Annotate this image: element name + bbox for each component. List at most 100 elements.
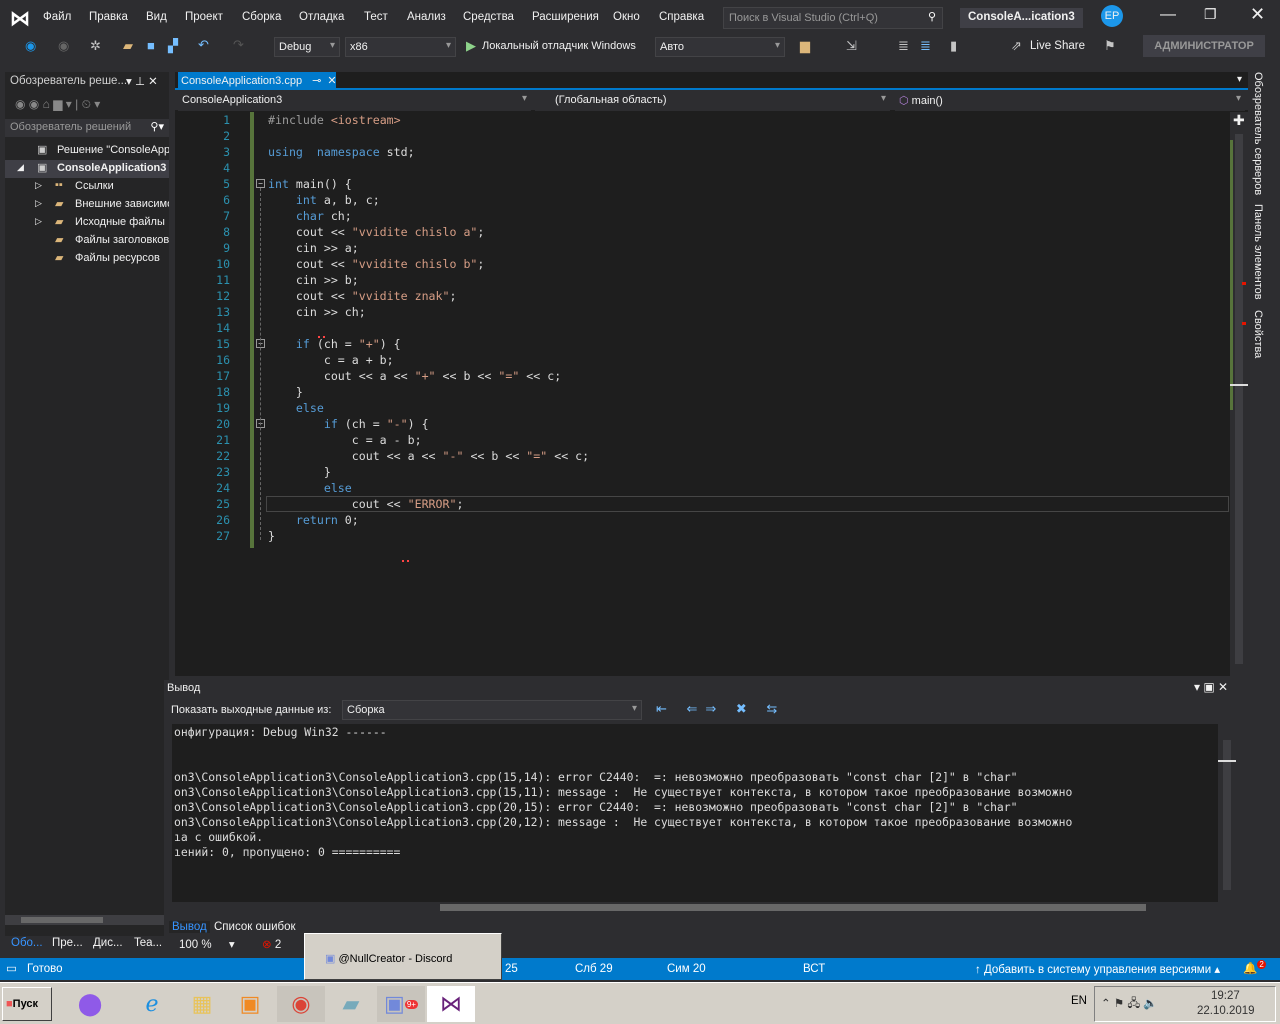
- avatar[interactable]: EP: [1101, 5, 1123, 27]
- tree-item[interactable]: ▷ ▪▪ Ссылки: [5, 178, 169, 196]
- bookmark-icon[interactable]: ▮: [950, 38, 957, 54]
- right-tab[interactable]: Свойства: [1252, 310, 1264, 358]
- restore-button[interactable]: ❐: [1204, 6, 1217, 23]
- output-hscroll[interactable]: [172, 902, 1218, 914]
- share-icon[interactable]: ⇗: [1011, 38, 1022, 54]
- tree-item[interactable]: ▷ ▰ Исходные файлы: [5, 214, 169, 232]
- nav-project-select[interactable]: ConsoleApplication3: [178, 91, 531, 111]
- explorer-icon[interactable]: ▦: [178, 986, 226, 1022]
- comment-icon[interactable]: ≣: [920, 38, 931, 54]
- new-project-icon[interactable]: ✲: [90, 38, 101, 54]
- collapse-icon[interactable]: ◢: [17, 162, 24, 173]
- search-input[interactable]: Поиск в Visual Studio (Ctrl+Q) ⚲: [723, 7, 943, 29]
- expand-icon[interactable]: ▷: [35, 216, 42, 227]
- line-number: 18: [216, 385, 230, 399]
- feedback-icon[interactable]: ⚑: [1104, 38, 1116, 54]
- menu-item[interactable]: Сборка: [242, 11, 281, 23]
- output-source-select[interactable]: Сборка: [342, 700, 642, 720]
- menu-item[interactable]: Правка: [89, 11, 128, 23]
- notifications-icon[interactable]: 🔔 2: [1243, 960, 1266, 975]
- menu-item[interactable]: Проект: [185, 11, 223, 23]
- tab-overflow-icon[interactable]: ▾: [1237, 74, 1242, 85]
- se-bottom-tab[interactable]: Пре...: [52, 937, 83, 949]
- se-bottom-tab[interactable]: Tea...: [134, 937, 162, 949]
- right-tab[interactable]: Обозреватель серверов: [1252, 72, 1264, 195]
- save-all-icon[interactable]: ▞: [168, 38, 178, 54]
- code-line: else: [295, 401, 324, 415]
- chrome-icon[interactable]: ◉: [277, 986, 325, 1022]
- live-share-button[interactable]: Live Share: [1030, 40, 1085, 52]
- save-icon[interactable]: ■: [147, 38, 155, 53]
- right-tab[interactable]: Панель элементов: [1252, 204, 1264, 300]
- se-bottom-tab[interactable]: Дис...: [93, 937, 123, 949]
- status-ready: Готово: [27, 963, 63, 975]
- menu-item[interactable]: Расширения: [532, 11, 599, 23]
- platform-select[interactable]: x86: [345, 37, 456, 57]
- indent-icon[interactable]: ≣: [898, 38, 909, 54]
- media-player-icon[interactable]: ▣: [226, 986, 274, 1022]
- step-icon[interactable]: ⇲: [846, 38, 857, 54]
- find-icon[interactable]: ▆: [800, 38, 810, 54]
- forward-icon[interactable]: ◉: [58, 38, 69, 54]
- undo-icon[interactable]: ↶: [198, 37, 209, 53]
- menu-item[interactable]: Анализ: [407, 11, 446, 23]
- tree-item[interactable]: ▣ Решение "ConsoleApplicati: [5, 142, 169, 160]
- error-count[interactable]: ⊗ 2: [262, 935, 281, 951]
- expand-icon[interactable]: ▷: [35, 198, 42, 209]
- clock-date[interactable]: 22.10.2019: [1197, 1005, 1255, 1017]
- open-icon[interactable]: ▰: [123, 38, 133, 54]
- ie-icon[interactable]: ℯ: [128, 986, 176, 1022]
- output-text[interactable]: онфигурация: Debug Win32 ------ on3\Conso…: [172, 724, 1218, 904]
- clock-time[interactable]: 19:27: [1211, 990, 1240, 1002]
- minimize-button[interactable]: —: [1160, 6, 1176, 24]
- start-button[interactable]: ■Пуск: [2, 987, 52, 1021]
- tree-item[interactable]: ▰ Файлы ресурсов: [5, 250, 169, 268]
- output-tab[interactable]: Список ошибок: [214, 921, 296, 933]
- run-debugger-button[interactable]: Локальный отладчик Windows: [482, 40, 636, 52]
- zoom-select[interactable]: 100 % ▾: [176, 935, 240, 953]
- code-line: cout << a << "+" << b << "=" << c;: [268, 369, 562, 383]
- panel-menu-icon[interactable]: ▾ ⊥ ✕: [126, 74, 158, 88]
- output-line: онфигурация: Debug Win32 ------: [174, 725, 387, 739]
- menu-item[interactable]: Файл: [43, 11, 71, 23]
- se-search-input[interactable]: Обозреватель решений ⚲▾: [5, 119, 169, 137]
- se-scrollbar[interactable]: [5, 915, 169, 925]
- alice-icon[interactable]: ⬤: [66, 986, 114, 1022]
- editor-scrollbar[interactable]: ✚: [1230, 112, 1248, 676]
- code-editor[interactable]: 1 #include <iostream> 2 3 using namespace st…: [194, 112, 1230, 676]
- nav-scope-select[interactable]: (Глобальная область): [535, 91, 890, 111]
- close-button[interactable]: ✕: [1250, 4, 1265, 25]
- menu-item[interactable]: Средства: [463, 11, 514, 23]
- output-tab[interactable]: Вывод: [169, 921, 210, 933]
- menu-item[interactable]: Тест: [364, 11, 388, 23]
- close-tab-icon[interactable]: ✕: [327, 75, 336, 87]
- config-select[interactable]: Debug: [274, 37, 340, 57]
- run-mode-select[interactable]: Авто: [655, 37, 785, 57]
- menu-item[interactable]: Справка: [659, 11, 704, 23]
- tree-item[interactable]: ◢ ▣ ConsoleApplication3: [5, 160, 169, 178]
- visual-studio-icon[interactable]: ⋈: [427, 986, 475, 1022]
- output-line: on3\ConsoleApplication3\ConsoleApplicati…: [174, 770, 1018, 784]
- language-indicator[interactable]: EN: [1071, 995, 1087, 1007]
- discord-taskbar-icon[interactable]: ▣ 9+: [377, 986, 425, 1022]
- menu-item[interactable]: Окно: [613, 11, 640, 23]
- menu-item[interactable]: Отладка: [299, 11, 344, 23]
- expand-icon[interactable]: ▷: [35, 180, 42, 191]
- nav-member-select[interactable]: ⬡ main(): [895, 91, 1245, 111]
- tree-item[interactable]: ▰ Файлы заголовков: [5, 232, 169, 250]
- back-icon[interactable]: ◉: [25, 38, 36, 54]
- redo-icon[interactable]: ↷: [233, 37, 244, 53]
- fold-icon[interactable]: −: [256, 179, 265, 188]
- play-icon[interactable]: ▶: [466, 38, 476, 54]
- output-tools-icon[interactable]: ⇤ ⇐⇒ ✖ ⇆: [656, 701, 785, 717]
- menu-item[interactable]: Вид: [146, 11, 167, 23]
- pin-icon[interactable]: ⊸: [312, 75, 321, 87]
- vcs-button[interactable]: ↑ Добавить в систему управления версиями…: [975, 962, 1220, 976]
- notepad-icon[interactable]: ▰: [327, 986, 375, 1022]
- output-vscroll[interactable]: [1218, 724, 1236, 904]
- tree-item[interactable]: ▷ ▰ Внешние зависимо: [5, 196, 169, 214]
- se-bottom-tab[interactable]: Обо...: [11, 937, 43, 949]
- panel-controls-icon[interactable]: ▾ ▣ ✕: [1194, 680, 1228, 694]
- tab-editor-file[interactable]: ConsoleApplication3.cpp ⊸ ✕: [178, 72, 337, 89]
- taskbar-preview-popup[interactable]: ▣ @NullCreator - Discord: [304, 933, 502, 980]
